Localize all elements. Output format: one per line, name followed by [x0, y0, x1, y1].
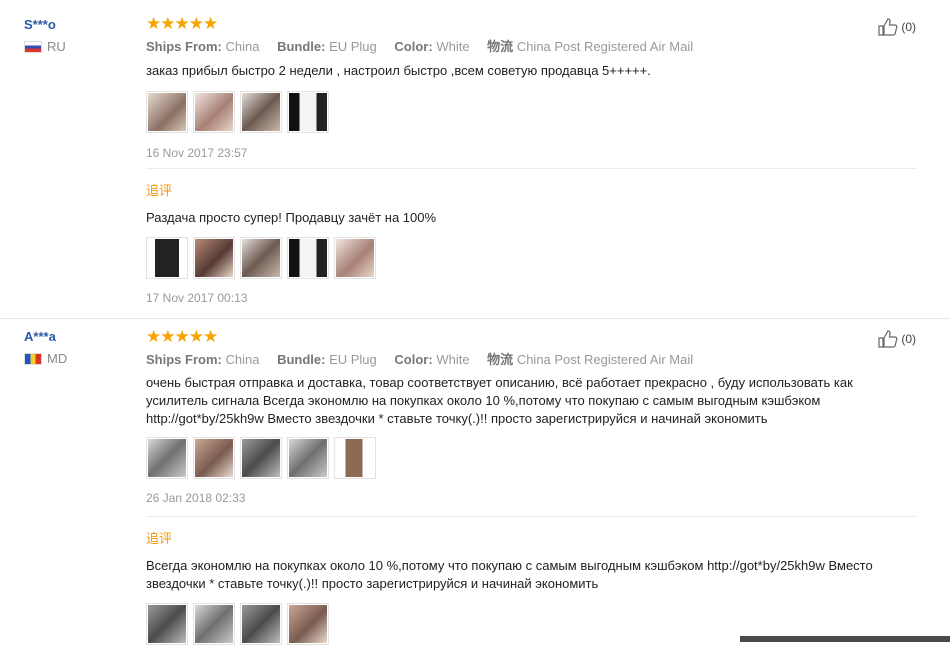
divider [146, 516, 916, 517]
review-1: S***o RU (0) ★★★★★ Ships From: China Bun… [0, 0, 950, 318]
followup-text: Раздача просто супер! Продавцу зачёт на … [146, 210, 437, 225]
followup-photos [146, 237, 916, 279]
review-date: 26 Jan 2018 02:33 [146, 491, 246, 505]
rating-stars: ★★★★★ [146, 327, 218, 346]
bundle-value: EU Plug [329, 352, 377, 367]
photo-thumbnail[interactable] [146, 237, 188, 279]
rating-stars: ★★★★★ [146, 14, 218, 33]
logistics-value: China Post Registered Air Mail [516, 352, 694, 367]
photo-thumbnail[interactable] [240, 237, 282, 279]
horizontal-scrollbar[interactable] [740, 636, 950, 642]
order-meta: Ships From: China Bundle: EU Plug Color:… [146, 39, 694, 54]
photo-thumbnail[interactable] [146, 437, 188, 479]
color-value: White [436, 352, 470, 367]
photo-thumbnail[interactable] [193, 237, 235, 279]
review-photos [146, 91, 916, 133]
photo-thumbnail[interactable] [193, 603, 235, 645]
photo-thumbnail[interactable] [240, 603, 282, 645]
photo-thumbnail[interactable] [287, 603, 329, 645]
followup-date: 17 Nov 2017 00:13 [146, 291, 248, 305]
photo-thumbnail[interactable] [334, 437, 376, 479]
photo-thumbnail[interactable] [287, 237, 329, 279]
ships-from-value: China [225, 39, 260, 54]
followup-body: 追评 Раздача просто супер! Продавцу зачёт … [146, 180, 916, 305]
flag-md-icon [24, 352, 42, 365]
review-photos [146, 437, 916, 479]
photo-thumbnail[interactable] [146, 603, 188, 645]
reviewer-country: MD [24, 351, 67, 366]
photo-thumbnail[interactable] [240, 91, 282, 133]
review-body: ★★★★★ Ships From: China Bundle: EU Plug … [146, 15, 916, 160]
followup-label: 追评 [146, 531, 173, 546]
divider [146, 168, 916, 169]
review-date: 16 Nov 2017 23:57 [146, 146, 248, 160]
order-meta: Ships From: China Bundle: EU Plug Color:… [146, 352, 694, 367]
photo-thumbnail[interactable] [146, 91, 188, 133]
photo-thumbnail[interactable] [334, 237, 376, 279]
logistics-value: China Post Registered Air Mail [516, 39, 694, 54]
reviewer-country: RU [24, 39, 66, 54]
bundle-value: EU Plug [329, 39, 377, 54]
flag-ru-icon [24, 40, 42, 53]
photo-thumbnail[interactable] [193, 437, 235, 479]
ships-from-value: China [225, 352, 260, 367]
review-text: очень быстрая отправка и доставка, товар… [146, 375, 853, 426]
country-code: MD [47, 351, 68, 366]
photo-thumbnail[interactable] [193, 91, 235, 133]
followup-body: 追评 Всегда экономлю на покупках около 10 … [146, 528, 916, 645]
reviewer-info: S***o RU [24, 17, 66, 54]
photo-thumbnail[interactable] [240, 437, 282, 479]
followup-label: 追评 [146, 183, 173, 198]
photo-thumbnail[interactable] [287, 437, 329, 479]
review-2: A***a MD (0) ★★★★★ Ships From: China Bun… [0, 318, 950, 645]
country-code: RU [47, 39, 66, 54]
color-value: White [436, 39, 470, 54]
followup-text: Всегда экономлю на покупках около 10 %,п… [146, 558, 873, 591]
reviewer-name[interactable]: A***a [24, 329, 67, 345]
reviewer-info: A***a MD [24, 329, 67, 366]
reviewer-name[interactable]: S***o [24, 17, 66, 33]
photo-thumbnail[interactable] [287, 91, 329, 133]
review-body: ★★★★★ Ships From: China Bundle: EU Plug … [146, 328, 916, 505]
review-text: заказ прибыл быстро 2 недели , настроил … [146, 63, 651, 78]
